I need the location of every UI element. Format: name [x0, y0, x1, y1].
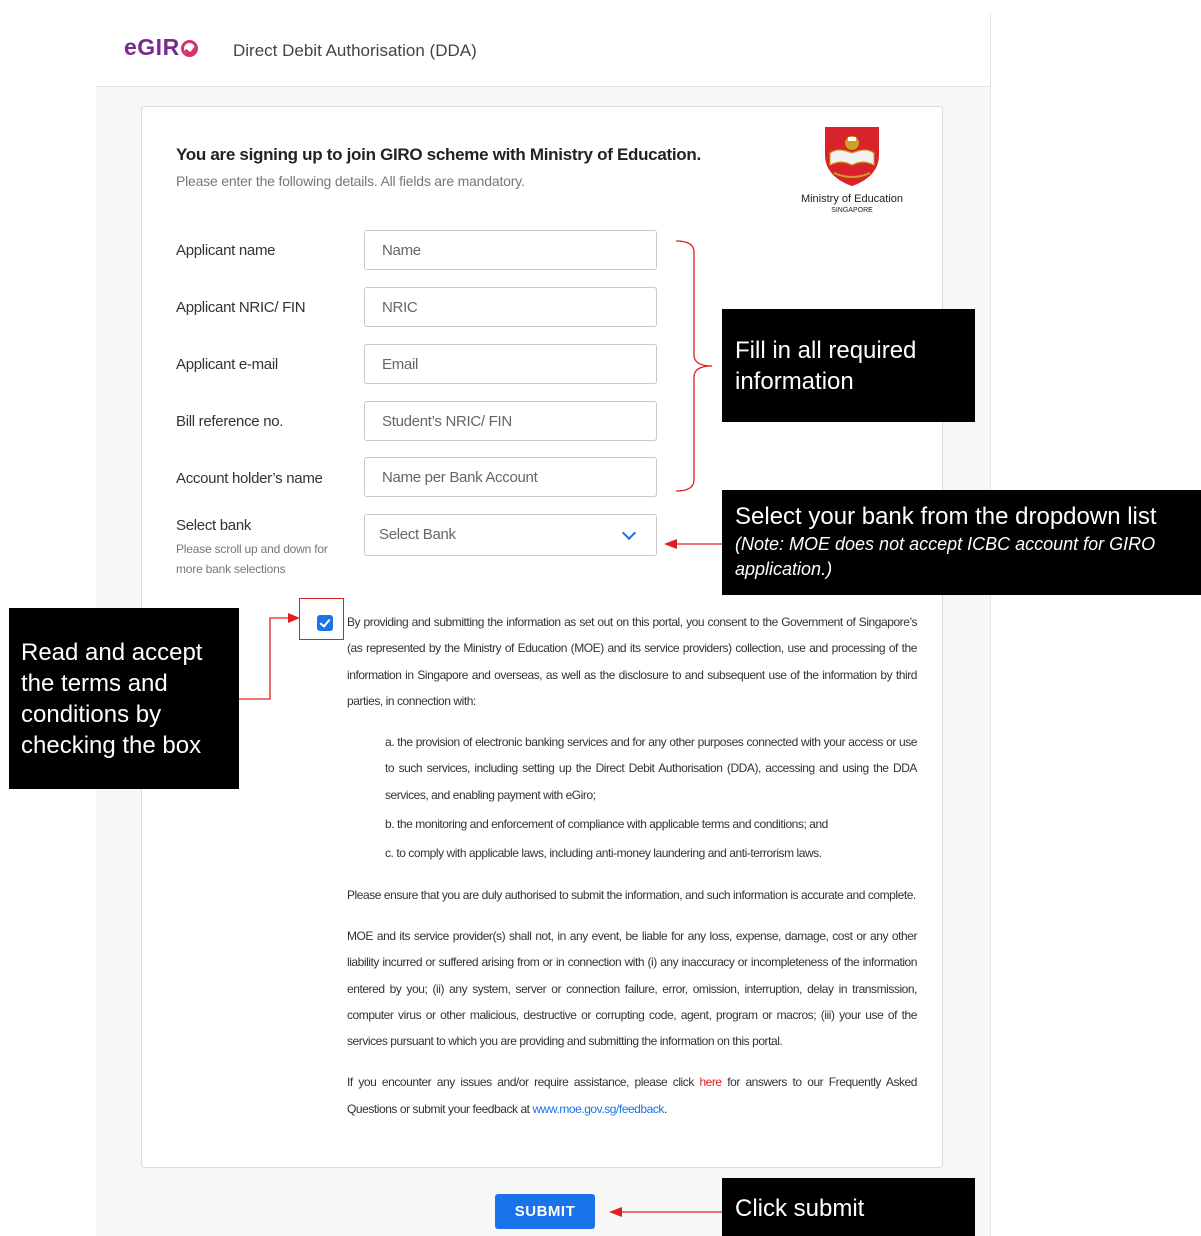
moe-logo-text: Ministry of Education SINGAPORE — [800, 193, 904, 214]
egiro-logo: eGIR — [124, 34, 198, 61]
terms-list: a. the provision of electronic banking s… — [347, 729, 917, 866]
checkbox-highlight-box — [299, 598, 344, 640]
email-input[interactable] — [364, 344, 657, 384]
terms-item-a: a. the provision of electronic banking s… — [385, 735, 917, 802]
nric-input[interactable] — [364, 287, 657, 327]
terms-item-b: b. the monitoring and enforcement of com… — [385, 817, 828, 832]
logo-check-icon — [180, 40, 198, 57]
terms-item-c: c. to comply with applicable laws, inclu… — [385, 846, 822, 861]
faq-link[interactable]: here — [699, 1075, 722, 1089]
nric-label: Applicant NRIC/ FIN — [176, 299, 306, 316]
callout-select-bank: Select your bank from the dropdown list … — [722, 490, 1201, 595]
form-subheading: Please enter the following details. All … — [176, 173, 525, 189]
page-title: Direct Debit Authorisation (DDA) — [233, 41, 477, 60]
email-label: Applicant e-mail — [176, 356, 278, 373]
chevron-down-icon — [621, 525, 637, 541]
bank-select[interactable]: Select Bank — [364, 514, 657, 556]
account-holder-input[interactable] — [364, 457, 657, 497]
bank-select-value: Select Bank — [379, 526, 456, 543]
applicant-name-label: Applicant name — [176, 242, 276, 259]
form-heading: You are signing up to join GIRO scheme w… — [176, 145, 701, 164]
bill-reference-label: Bill reference no. — [176, 413, 284, 430]
feedback-link[interactable]: www.moe.gov.sg/feedback — [532, 1102, 664, 1116]
terms-help: If you encounter any issues and/or requi… — [347, 1075, 917, 1116]
terms-intro: By providing and submitting the informat… — [347, 615, 917, 708]
callout-fill-info: Fill in all required information — [722, 309, 975, 422]
submit-button[interactable]: SUBMIT — [495, 1194, 595, 1229]
terms-text: By providing and submitting the informat… — [347, 609, 917, 1137]
top-bar — [96, 14, 990, 87]
moe-crest-icon — [825, 127, 879, 186]
bill-reference-input[interactable] — [364, 401, 657, 441]
terms-ensure: Please ensure that you are duly authoris… — [347, 887, 916, 902]
select-bank-hint: Please scroll up and down for more bank … — [176, 542, 328, 576]
callout-accept-terms: Read and accept the terms and conditions… — [9, 608, 239, 789]
account-holder-label: Account holder’s name — [176, 470, 323, 487]
select-bank-label: Select bank — [176, 517, 252, 534]
callout-click-submit: Click submit — [722, 1178, 975, 1236]
terms-liability: MOE and its service provider(s) shall no… — [347, 928, 917, 1049]
applicant-name-input[interactable] — [364, 230, 657, 270]
